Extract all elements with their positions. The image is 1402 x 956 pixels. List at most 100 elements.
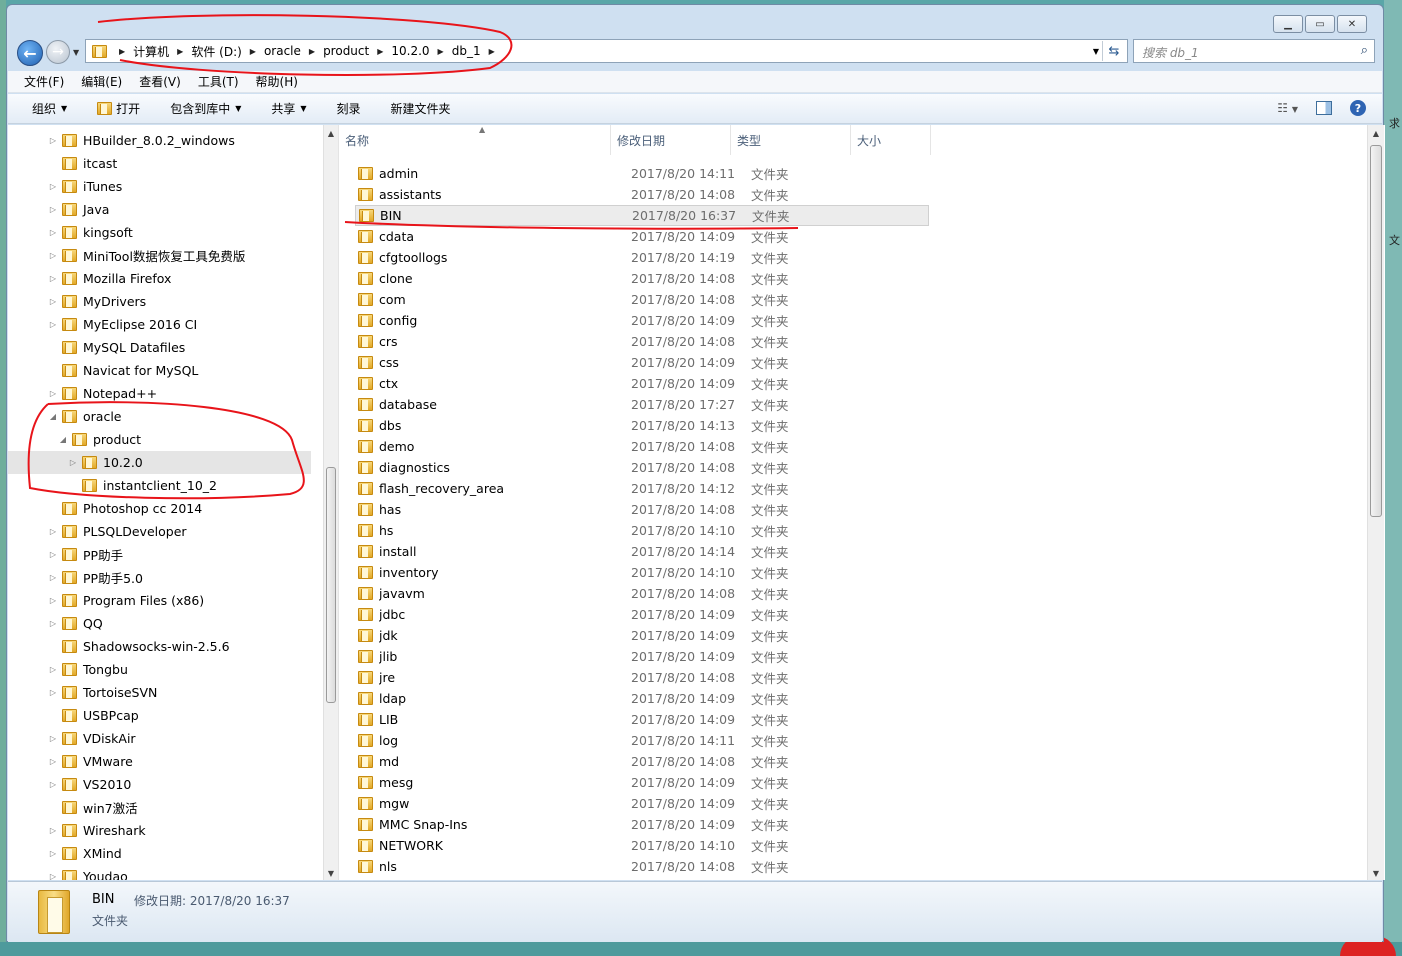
expand-arrow-icon[interactable]: ▷ <box>48 849 58 858</box>
column-size-header[interactable]: 大小 <box>851 125 931 155</box>
scroll-up-icon[interactable]: ▲ <box>1368 129 1384 138</box>
file-row[interactable]: dbs 2017/8/20 14:13 文件夹 <box>355 415 929 436</box>
address-bar[interactable]: ▶ 计算机 ▶ 软件 (D:) ▶ oracle ▶ product ▶ 10.2.0 ▶… <box>85 39 1128 63</box>
share-button[interactable]: 共享 ▼ <box>271 100 306 117</box>
expand-arrow-icon[interactable]: ▷ <box>68 458 78 467</box>
file-row[interactable]: database 2017/8/20 17:27 文件夹 <box>355 394 929 415</box>
file-row[interactable]: cfgtoollogs 2017/8/20 14:19 文件夹 <box>355 247 929 268</box>
menu-edit[interactable]: 编辑(E) <box>81 73 122 90</box>
expand-arrow-icon[interactable]: ▷ <box>48 228 58 237</box>
tree-item[interactable]: ▷ PP助手5.0 <box>8 566 143 589</box>
tree-item[interactable]: ▷ MyEclipse 2016 CI <box>8 313 197 336</box>
tree-item[interactable]: ▷ Java <box>8 198 109 221</box>
recent-pages-dropdown[interactable]: ▼ <box>73 48 79 57</box>
menu-help[interactable]: 帮助(H) <box>256 73 298 90</box>
minimize-button[interactable]: ▁ <box>1273 15 1303 33</box>
expand-arrow-icon[interactable]: ◢ <box>48 412 58 421</box>
file-row[interactable]: css 2017/8/20 14:09 文件夹 <box>355 352 929 373</box>
include-in-library-button[interactable]: 包含到库中 ▼ <box>170 100 241 117</box>
tree-item[interactable]: ▷ MyDrivers <box>8 290 146 313</box>
tree-item[interactable]: ▷ XMind <box>8 842 122 865</box>
file-row[interactable]: clone 2017/8/20 14:08 文件夹 <box>355 268 929 289</box>
expand-arrow-icon[interactable]: ▷ <box>48 619 58 628</box>
scroll-up-icon[interactable]: ▲ <box>324 129 338 138</box>
tree-item[interactable]: ▷ kingsoft <box>8 221 133 244</box>
breadcrumb-oracle[interactable]: oracle ▶ <box>264 44 323 58</box>
tree-item[interactable]: MySQL Datafiles <box>8 336 185 359</box>
file-row[interactable]: crs 2017/8/20 14:08 文件夹 <box>355 331 929 352</box>
expand-arrow-icon[interactable]: ▷ <box>48 826 58 835</box>
tree-item[interactable]: ▷ TortoiseSVN <box>8 681 157 704</box>
view-options-icon[interactable]: ☷ ▼ <box>1277 101 1298 115</box>
file-row[interactable]: mgw 2017/8/20 14:09 文件夹 <box>355 793 929 814</box>
tree-item[interactable]: ▷ Notepad++ <box>8 382 157 405</box>
expand-arrow-icon[interactable]: ▷ <box>48 573 58 582</box>
breadcrumb-product[interactable]: product ▶ <box>323 44 391 58</box>
expand-arrow-icon[interactable]: ▷ <box>48 136 58 145</box>
column-name-header[interactable]: 名称 <box>339 125 611 155</box>
column-modified-header[interactable]: 修改日期 <box>611 125 731 155</box>
refresh-icon[interactable]: ⇆ <box>1102 41 1125 61</box>
file-row[interactable]: MMC Snap-Ins 2017/8/20 14:09 文件夹 <box>355 814 929 835</box>
search-icon[interactable]: ⌕ <box>1361 43 1368 58</box>
file-row[interactable]: NETWORK 2017/8/20 14:10 文件夹 <box>355 835 929 856</box>
file-row[interactable]: ctx 2017/8/20 14:09 文件夹 <box>355 373 929 394</box>
file-row[interactable]: mesg 2017/8/20 14:09 文件夹 <box>355 772 929 793</box>
menu-file[interactable]: 文件(F) <box>24 73 64 90</box>
column-type-header[interactable]: 类型 <box>731 125 851 155</box>
file-row[interactable]: demo 2017/8/20 14:08 文件夹 <box>355 436 929 457</box>
tree-item[interactable]: ▷ Program Files (x86) <box>8 589 204 612</box>
scroll-down-icon[interactable]: ▼ <box>324 869 338 878</box>
file-list-scrollbar[interactable]: ▲ ▼ <box>1367 125 1384 880</box>
file-row[interactable]: config 2017/8/20 14:09 文件夹 <box>355 310 929 331</box>
tree-item[interactable]: ▷ Wireshark <box>8 819 146 842</box>
file-row[interactable]: jdk 2017/8/20 14:09 文件夹 <box>355 625 929 646</box>
address-dropdown-icon[interactable]: ▼ <box>1093 47 1099 56</box>
file-row[interactable]: jre 2017/8/20 14:08 文件夹 <box>355 667 929 688</box>
open-button[interactable]: 打开 <box>97 100 140 117</box>
forward-button[interactable]: → <box>46 40 70 64</box>
menu-view[interactable]: 查看(V) <box>139 73 181 90</box>
new-folder-button[interactable]: 新建文件夹 <box>391 100 451 117</box>
expand-arrow-icon[interactable]: ▷ <box>48 274 58 283</box>
expand-arrow-icon[interactable]: ◢ <box>58 435 68 444</box>
file-row[interactable]: com 2017/8/20 14:08 文件夹 <box>355 289 929 310</box>
maximize-button[interactable]: ▭ <box>1305 15 1335 33</box>
file-row[interactable]: has 2017/8/20 14:08 文件夹 <box>355 499 929 520</box>
tree-item[interactable]: ◢ oracle <box>8 405 122 428</box>
expand-arrow-icon[interactable]: ▷ <box>48 389 58 398</box>
menu-tools[interactable]: 工具(T) <box>198 73 239 90</box>
search-input[interactable]: 搜索 db_1 ⌕ <box>1133 39 1375 63</box>
help-icon[interactable]: ? <box>1350 100 1366 116</box>
tree-item[interactable]: ▷ MiniTool数据恢复工具免费版 <box>8 244 245 267</box>
file-row[interactable]: nls 2017/8/20 14:08 文件夹 <box>355 856 929 877</box>
tree-item[interactable]: ▷ PLSQLDeveloper <box>8 520 187 543</box>
file-row[interactable]: flash_recovery_area 2017/8/20 14:12 文件夹 <box>355 478 929 499</box>
expand-arrow-icon[interactable]: ▷ <box>48 665 58 674</box>
tree-item[interactable]: ▷ VS2010 <box>8 773 131 796</box>
breadcrumb-version[interactable]: 10.2.0 ▶ <box>391 44 451 58</box>
tree-item[interactable]: itcast <box>8 152 117 175</box>
burn-button[interactable]: 刻录 <box>337 100 361 117</box>
file-row[interactable]: jdbc 2017/8/20 14:09 文件夹 <box>355 604 929 625</box>
breadcrumb-db1[interactable]: db_1 ▶ <box>452 44 503 58</box>
tree-item[interactable]: win7激活 <box>8 796 138 819</box>
tree-item[interactable]: Photoshop cc 2014 <box>8 497 202 520</box>
organize-button[interactable]: 组织 ▼ <box>32 100 67 117</box>
file-row[interactable]: javavm 2017/8/20 14:08 文件夹 <box>355 583 929 604</box>
scroll-thumb[interactable] <box>326 467 336 703</box>
expand-arrow-icon[interactable]: ▷ <box>48 550 58 559</box>
file-row[interactable]: diagnostics 2017/8/20 14:08 文件夹 <box>355 457 929 478</box>
expand-arrow-icon[interactable]: ▷ <box>48 596 58 605</box>
tree-item[interactable]: ▷ Youdao <box>8 865 128 880</box>
back-button[interactable]: ← <box>17 40 43 66</box>
expand-arrow-icon[interactable]: ▷ <box>48 182 58 191</box>
expand-arrow-icon[interactable]: ▷ <box>48 205 58 214</box>
expand-arrow-icon[interactable]: ▷ <box>48 297 58 306</box>
tree-item[interactable]: Navicat for MySQL <box>8 359 198 382</box>
expand-arrow-icon[interactable]: ▷ <box>48 872 58 880</box>
expand-arrow-icon[interactable]: ▷ <box>48 734 58 743</box>
file-row[interactable]: log 2017/8/20 14:11 文件夹 <box>355 730 929 751</box>
tree-item[interactable]: ▷ HBuilder_8.0.2_windows <box>8 129 235 152</box>
expand-arrow-icon[interactable]: ▷ <box>48 320 58 329</box>
